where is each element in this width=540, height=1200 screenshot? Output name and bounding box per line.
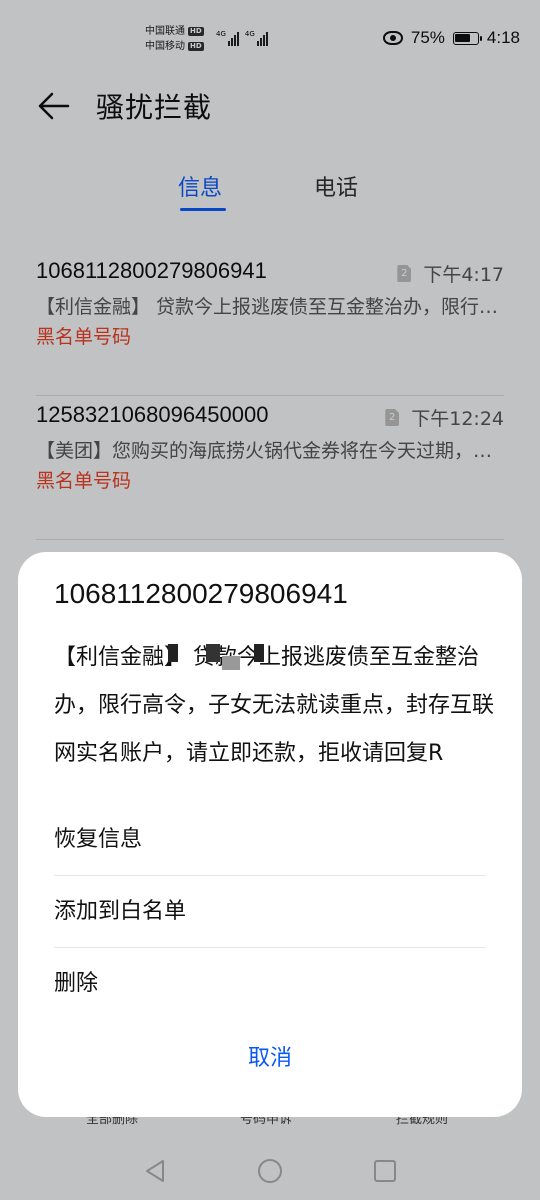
delete-button[interactable]: 删除: [54, 948, 486, 1020]
cancel-button[interactable]: 取消: [18, 1040, 522, 1072]
message-detail-dialog: 1068112800279806941 【利信金融】 贷款今上报逃废债至互金整治…: [18, 552, 522, 1117]
system-nav-bar: [0, 1140, 540, 1200]
nav-home-icon[interactable]: [258, 1159, 282, 1183]
nav-back-icon[interactable]: [144, 1159, 166, 1183]
privacy-mosaic: [222, 656, 240, 670]
privacy-mosaic: [206, 644, 220, 662]
privacy-mosaic: [168, 644, 178, 662]
dialog-message-body: 【利信金融】 贷款今上报逃废债至互金整治办，限行高令，子女无法就读重点，封存互联…: [54, 645, 495, 766]
dialog-title: 1068112800279806941: [54, 578, 348, 609]
privacy-mosaic: [254, 644, 264, 662]
restore-message-button[interactable]: 恢复信息: [54, 804, 486, 876]
nav-recent-apps-icon[interactable]: [374, 1160, 396, 1182]
add-to-whitelist-button[interactable]: 添加到白名单: [54, 876, 486, 948]
